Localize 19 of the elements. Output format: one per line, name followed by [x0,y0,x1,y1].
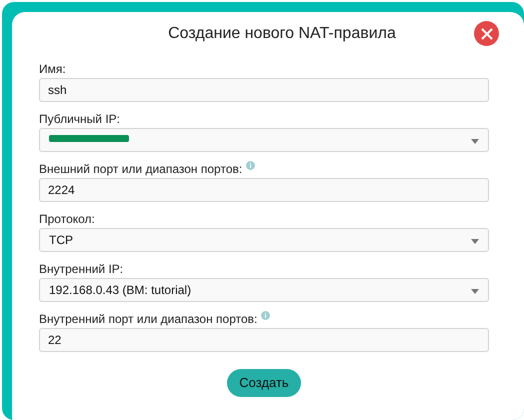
field-label: Внутренний порт или диапазон портов: [39,311,258,328]
create-button[interactable]: Создать [227,369,301,397]
close-button[interactable] [474,21,499,46]
caret-icon [471,239,479,244]
input-field[interactable]: ssh [39,78,489,102]
field-label: Публичный IP: [39,111,120,128]
field-label: Внешний порт или диапазон портов: [39,161,242,178]
select-field[interactable] [39,128,489,152]
input-field[interactable]: 22 [39,328,489,352]
input-field[interactable]: 2224 [39,178,489,202]
field-label: Внутренний IP: [39,261,124,278]
field-label: Имя: [39,61,66,78]
select-field[interactable]: TCP [39,228,489,252]
dialog-title: Создание нового NAT-правила [168,25,396,42]
caret-icon [471,139,479,144]
select-field[interactable]: 192.168.0.43 (ВМ: tutorial) [39,278,489,302]
field-label: Протокол: [39,211,95,228]
close-icon [480,28,492,40]
caret-icon [471,289,479,294]
